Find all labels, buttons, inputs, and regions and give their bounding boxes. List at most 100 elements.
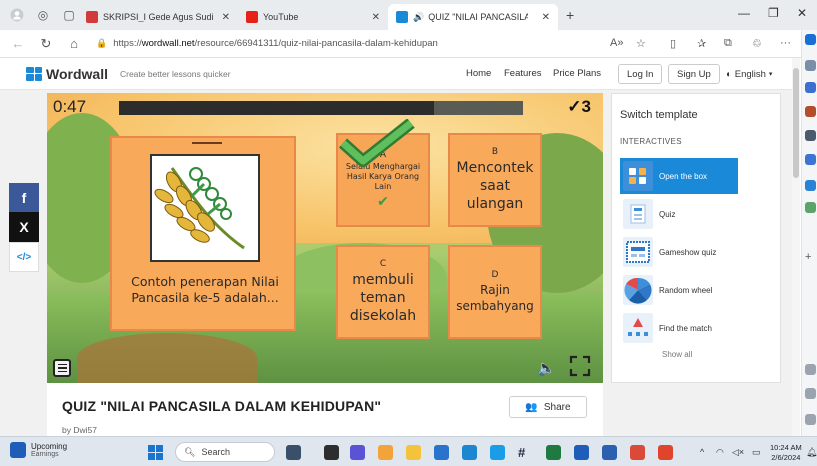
- tab-label: YouTube: [263, 12, 299, 22]
- drop-icon[interactable]: [805, 202, 816, 213]
- teams-icon[interactable]: [350, 445, 365, 460]
- sound-icon[interactable]: 🔈: [537, 359, 556, 377]
- tray-chevron-icon[interactable]: ^: [700, 447, 704, 457]
- shopping-icon[interactable]: [805, 82, 816, 93]
- close-window-button[interactable]: ✕: [797, 6, 807, 20]
- excel-icon[interactable]: [546, 445, 561, 460]
- x-share-button[interactable]: X: [9, 212, 39, 242]
- switch-template-panel: Switch template INTERACTIVES Open the bo…: [611, 93, 781, 383]
- more-menu-icon[interactable]: ···: [780, 37, 791, 49]
- menu-button[interactable]: [53, 359, 71, 377]
- store-icon[interactable]: [574, 445, 589, 460]
- fullscreen-icon[interactable]: [569, 355, 591, 377]
- file-explorer-icon[interactable]: [406, 445, 421, 460]
- lock-icon: 🔒: [96, 38, 108, 48]
- scrollbar-thumb[interactable]: [793, 68, 799, 178]
- facebook-share-button[interactable]: f: [9, 183, 39, 213]
- taskbar-search[interactable]: 🔍︎ Search: [175, 442, 275, 462]
- widgets-app-icon[interactable]: [324, 445, 339, 460]
- date-text: 2/6/2024: [771, 453, 801, 462]
- answer-box-b[interactable]: B Mencontek saat ulangan: [448, 133, 542, 227]
- close-icon[interactable]: ✕: [214, 12, 230, 23]
- share-icon: 👥: [525, 401, 538, 413]
- workspaces-icon[interactable]: ◎: [34, 6, 52, 24]
- powerpoint-icon[interactable]: [658, 445, 673, 460]
- edge-icon[interactable]: [490, 445, 505, 460]
- extensions-icon[interactable]: ♲: [752, 37, 762, 50]
- mail-icon[interactable]: [434, 445, 449, 460]
- home-icon[interactable]: ⌂: [64, 36, 84, 51]
- profile-icon[interactable]: [8, 6, 26, 24]
- search-sidebar-icon[interactable]: [805, 60, 816, 71]
- split-screen-icon[interactable]: ▯: [670, 37, 676, 50]
- split-icon[interactable]: [805, 364, 816, 375]
- login-button[interactable]: Log In: [618, 64, 663, 84]
- nav-price-plans[interactable]: Price Plans: [553, 68, 601, 79]
- tab-skripsi[interactable]: SKRIPSI_I Gede Agus Sudiantora ✕: [78, 4, 238, 30]
- add-sidebar-icon[interactable]: +: [805, 252, 816, 263]
- answer-letter: B: [491, 147, 499, 157]
- slack-icon[interactable]: #: [518, 445, 533, 460]
- refresh-icon[interactable]: ↻: [36, 36, 56, 52]
- whatsapp-icon[interactable]: [462, 445, 477, 460]
- url-field[interactable]: 🔒 https:// wordwall.net /resource/669413…: [96, 38, 438, 49]
- sidebar-icon[interactable]: [805, 388, 816, 399]
- template-random-wheel[interactable]: Random wheel: [620, 272, 738, 308]
- template-open-the-box[interactable]: Open the box: [620, 158, 738, 194]
- new-tab-button[interactable]: +: [566, 7, 574, 23]
- facebook-icon: f: [21, 190, 27, 206]
- games-icon[interactable]: [805, 130, 816, 141]
- template-find-the-match[interactable]: Find the match: [620, 310, 738, 346]
- settings-icon[interactable]: [805, 414, 816, 425]
- template-quiz[interactable]: Quiz: [620, 196, 738, 232]
- globe-icon: ◐: [726, 68, 732, 80]
- activity-title: QUIZ "NILAI PANCASILA DALAM KEHIDUPAN": [62, 398, 382, 414]
- wordwall-logo[interactable]: Wordwall: [26, 66, 108, 82]
- page-scrollbar[interactable]: [792, 58, 800, 436]
- battery-icon[interactable]: ▭: [752, 447, 761, 458]
- chrome-icon[interactable]: [378, 445, 393, 460]
- embed-button[interactable]: </>: [9, 242, 39, 272]
- collections-icon[interactable]: ⧉: [724, 37, 732, 50]
- outlook-icon[interactable]: [805, 154, 816, 165]
- tab-wordwall-quiz[interactable]: 🔊 QUIZ "NILAI PANCASILA DA ✕: [388, 4, 558, 30]
- copilot-icon[interactable]: [805, 34, 816, 45]
- nav-home[interactable]: Home: [466, 68, 491, 79]
- minimize-button[interactable]: —: [738, 6, 750, 20]
- close-icon[interactable]: ✕: [534, 12, 550, 23]
- show-all-link[interactable]: Show all: [662, 350, 692, 359]
- word-icon[interactable]: [602, 445, 617, 460]
- back-icon[interactable]: ←: [8, 36, 28, 51]
- favorite-star-icon[interactable]: ☆: [636, 37, 646, 50]
- photos-icon[interactable]: [630, 445, 645, 460]
- share-label: Share: [543, 401, 571, 413]
- favorites-icon[interactable]: ✰: [697, 37, 706, 50]
- read-aloud-icon[interactable]: A»: [610, 37, 623, 49]
- template-gameshow-quiz[interactable]: Gameshow quiz: [620, 234, 738, 270]
- time-progress-bar: [119, 101, 523, 115]
- speaker-icon[interactable]: 🔊: [413, 12, 424, 23]
- clock[interactable]: 10:24 AM 2/6/2024: [770, 443, 802, 463]
- author-line[interactable]: by Dwi57: [62, 425, 97, 435]
- windows-taskbar: Upcoming Earnings 🔍︎ Search # ^ ◠ ◁× ▭ 1…: [0, 436, 817, 466]
- answer-box-d[interactable]: D Rajin sembahyang: [448, 245, 542, 339]
- tools-icon[interactable]: [805, 106, 816, 117]
- nav-features[interactable]: Features: [504, 68, 542, 79]
- volume-icon[interactable]: ◁×: [732, 447, 744, 458]
- office-icon[interactable]: [805, 180, 816, 191]
- tab-actions-icon[interactable]: ▢: [60, 6, 78, 24]
- tab-youtube[interactable]: YouTube ✕: [238, 4, 388, 30]
- wifi-icon[interactable]: ◠: [716, 447, 724, 458]
- youtube-icon: [246, 11, 258, 23]
- close-icon[interactable]: ✕: [364, 12, 380, 23]
- notification-bell-icon[interactable]: 🔔︎: [806, 447, 817, 458]
- answer-box-c[interactable]: C membuli teman disekolah: [336, 245, 430, 339]
- language-select[interactable]: ◐ English ▾: [726, 64, 773, 84]
- widgets-button[interactable]: Upcoming Earnings: [10, 442, 67, 458]
- restore-button[interactable]: ❐: [768, 6, 779, 20]
- share-button[interactable]: 👥 Share: [509, 396, 587, 418]
- windows-start-icon[interactable]: [148, 445, 163, 460]
- task-view-icon[interactable]: [286, 445, 301, 460]
- time-progress-fill: [119, 101, 434, 115]
- signup-button[interactable]: Sign Up: [668, 64, 720, 84]
